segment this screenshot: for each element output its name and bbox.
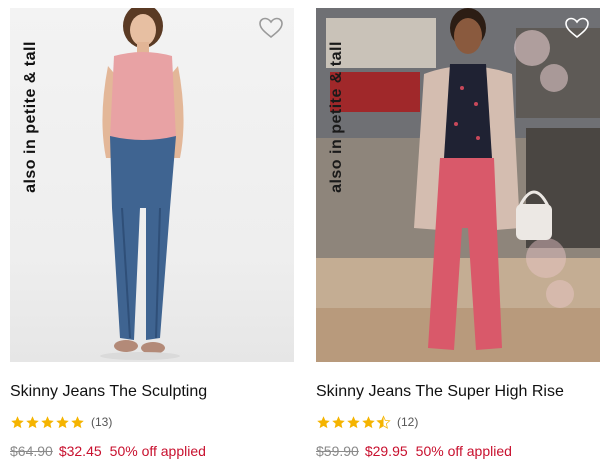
star-icon: [26, 415, 39, 428]
badge-text: also in petite & tall: [328, 41, 345, 193]
star-icon: [41, 415, 54, 428]
model-photo: [100, 8, 184, 360]
petite-tall-badge: also in petite & tall: [14, 22, 48, 212]
product-grid: also in petite & tall Skinny Jeans The S…: [0, 0, 612, 468]
star-icon: [347, 415, 360, 428]
heart-outline-icon[interactable]: [564, 16, 590, 40]
product-name[interactable]: Skinny Jeans The Super High Rise: [316, 382, 600, 402]
badge-text: also in petite & tall: [22, 41, 39, 193]
petite-tall-badge: also in petite & tall: [320, 22, 354, 212]
product-image[interactable]: also in petite & tall: [316, 8, 600, 362]
model-photo: [316, 8, 600, 362]
star-icon: [317, 415, 330, 428]
product-rating[interactable]: (12): [316, 414, 600, 430]
sale-price: $32.45: [58, 443, 102, 459]
sale-price: $29.95: [364, 443, 408, 459]
price-block: $64.90 $32.45 50% off applied: [10, 443, 294, 459]
product-image[interactable]: also in petite & tall: [10, 8, 294, 362]
star-rating: [10, 415, 85, 430]
product-card[interactable]: also in petite & tall Skinny Jeans The S…: [316, 0, 600, 459]
heart-outline-icon[interactable]: [258, 16, 284, 40]
promo-text: 50% off applied: [415, 443, 512, 459]
star-icon: [362, 415, 375, 428]
original-price: $59.90: [316, 443, 359, 459]
star-icon: [71, 415, 84, 428]
star-half-icon: [376, 414, 391, 429]
product-rating[interactable]: (13): [10, 414, 294, 430]
star-icon: [11, 415, 24, 428]
product-name[interactable]: Skinny Jeans The Sculpting: [10, 382, 294, 402]
star-rating: [316, 414, 391, 430]
price-block: $59.90 $29.95 50% off applied: [316, 443, 600, 459]
product-card[interactable]: also in petite & tall Skinny Jeans The S…: [10, 0, 294, 459]
promo-text: 50% off applied: [109, 443, 206, 459]
star-icon: [332, 415, 345, 428]
star-icon: [56, 415, 69, 428]
review-count[interactable]: (12): [397, 415, 418, 429]
review-count[interactable]: (13): [91, 415, 112, 429]
original-price: $64.90: [10, 443, 53, 459]
